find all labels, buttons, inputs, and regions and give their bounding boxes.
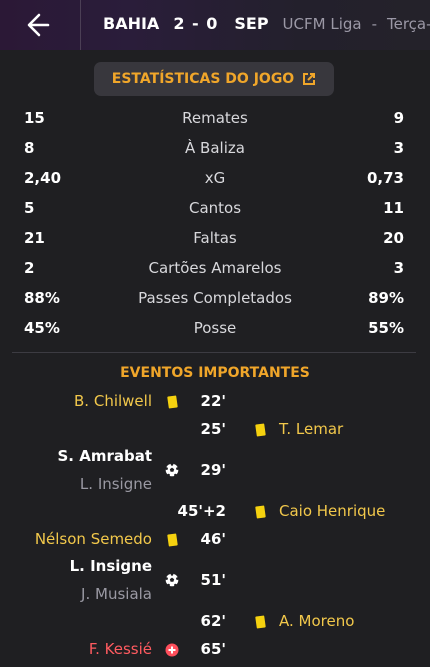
- stat-away-value: 11: [383, 199, 404, 217]
- event-minute: 46': [200, 530, 226, 548]
- stat-away-value: 3: [393, 259, 404, 277]
- event-row[interactable]: 62' A. Moreno: [0, 612, 430, 632]
- event-player[interactable]: A. Moreno: [279, 612, 354, 630]
- event-row[interactable]: 45'+2 Caio Henrique: [0, 502, 430, 522]
- event-minute: 29': [200, 461, 226, 479]
- injury-icon: [165, 643, 179, 657]
- stat-row-xg: 2,40 xG 0,73: [0, 169, 430, 189]
- match-header-bar: BAHIA 2 - 0 SEP UCFM Liga-Terça-f: [0, 0, 430, 50]
- away-team: SEP: [234, 14, 269, 33]
- home-team: BAHIA: [103, 14, 160, 33]
- header-divider: [80, 0, 81, 50]
- back-button[interactable]: [22, 9, 58, 41]
- event-minute: 51': [200, 571, 226, 589]
- stat-row-yellow-cards: 2 Cartões Amarelos 3: [0, 259, 430, 279]
- stat-label: Cartões Amarelos: [148, 259, 282, 277]
- header-separator: -: [371, 15, 377, 33]
- match-stats-button[interactable]: ESTATÍSTICAS DO JOGO: [94, 62, 334, 96]
- event-player[interactable]: Nélson Semedo: [35, 530, 152, 548]
- yellow-card-icon: [167, 533, 178, 547]
- match-score: 2 - 0: [173, 14, 219, 33]
- stat-label: Remates: [182, 109, 248, 127]
- stat-away-value: 20: [383, 229, 404, 247]
- stat-away-value: 0,73: [366, 169, 404, 187]
- event-player[interactable]: F. Kessié: [89, 640, 152, 658]
- events-heading: EVENTOS IMPORTANTES: [120, 365, 310, 381]
- yellow-card-icon: [255, 423, 266, 437]
- stat-row-on-target: 8 À Baliza 3: [0, 139, 430, 159]
- event-minute-row: 51': [0, 571, 430, 591]
- stat-away-value: 9: [393, 109, 404, 127]
- stat-row-fouls: 21 Faltas 20: [0, 229, 430, 249]
- stat-row-shots: 15 Remates 9: [0, 109, 430, 129]
- stat-label: Cantos: [188, 199, 242, 217]
- league-name: UCFM Liga: [282, 15, 362, 33]
- event-row[interactable]: B. Chilwell 22': [0, 392, 430, 412]
- stat-row-possession: 45% Posse 55%: [0, 319, 430, 339]
- stat-label: Faltas: [193, 229, 237, 247]
- event-player[interactable]: B. Chilwell: [74, 392, 152, 410]
- yellow-card-icon: [255, 615, 266, 629]
- stat-label: Passes Completados: [138, 289, 292, 307]
- stat-away-value: 89%: [368, 289, 404, 307]
- event-minute-row: 29': [0, 461, 430, 481]
- stat-label: Posse: [193, 319, 237, 337]
- stat-label: xG: [204, 169, 226, 187]
- event-player[interactable]: Caio Henrique: [279, 502, 385, 520]
- event-row[interactable]: 25' T. Lemar: [0, 420, 430, 440]
- event-minute: 62': [200, 612, 226, 630]
- stat-label: À Baliza: [185, 139, 245, 157]
- event-minute: 45'+2: [177, 502, 226, 520]
- stat-row-corners: 5 Cantos 11: [0, 199, 430, 219]
- external-link-icon: [303, 73, 316, 85]
- event-minute: 22': [200, 392, 226, 410]
- match-stats-label: ESTATÍSTICAS DO JOGO: [111, 71, 295, 87]
- event-minute: 65': [200, 640, 226, 658]
- match-date: Terça-f: [387, 15, 430, 33]
- stat-row-passes: 88% Passes Completados 89%: [0, 289, 430, 309]
- stat-away-value: 55%: [368, 319, 404, 337]
- stat-away-value: 3: [393, 139, 404, 157]
- back-arrow-icon: [27, 13, 50, 37]
- yellow-card-icon: [255, 505, 266, 519]
- match-summary: BAHIA 2 - 0 SEP UCFM Liga-Terça-f: [103, 14, 430, 33]
- event-player[interactable]: T. Lemar: [279, 420, 343, 438]
- event-minute: 25': [200, 420, 226, 438]
- section-divider: [12, 352, 416, 353]
- event-row[interactable]: Nélson Semedo 46': [0, 530, 430, 550]
- yellow-card-icon: [167, 395, 178, 409]
- event-row[interactable]: F. Kessié 65': [0, 640, 430, 660]
